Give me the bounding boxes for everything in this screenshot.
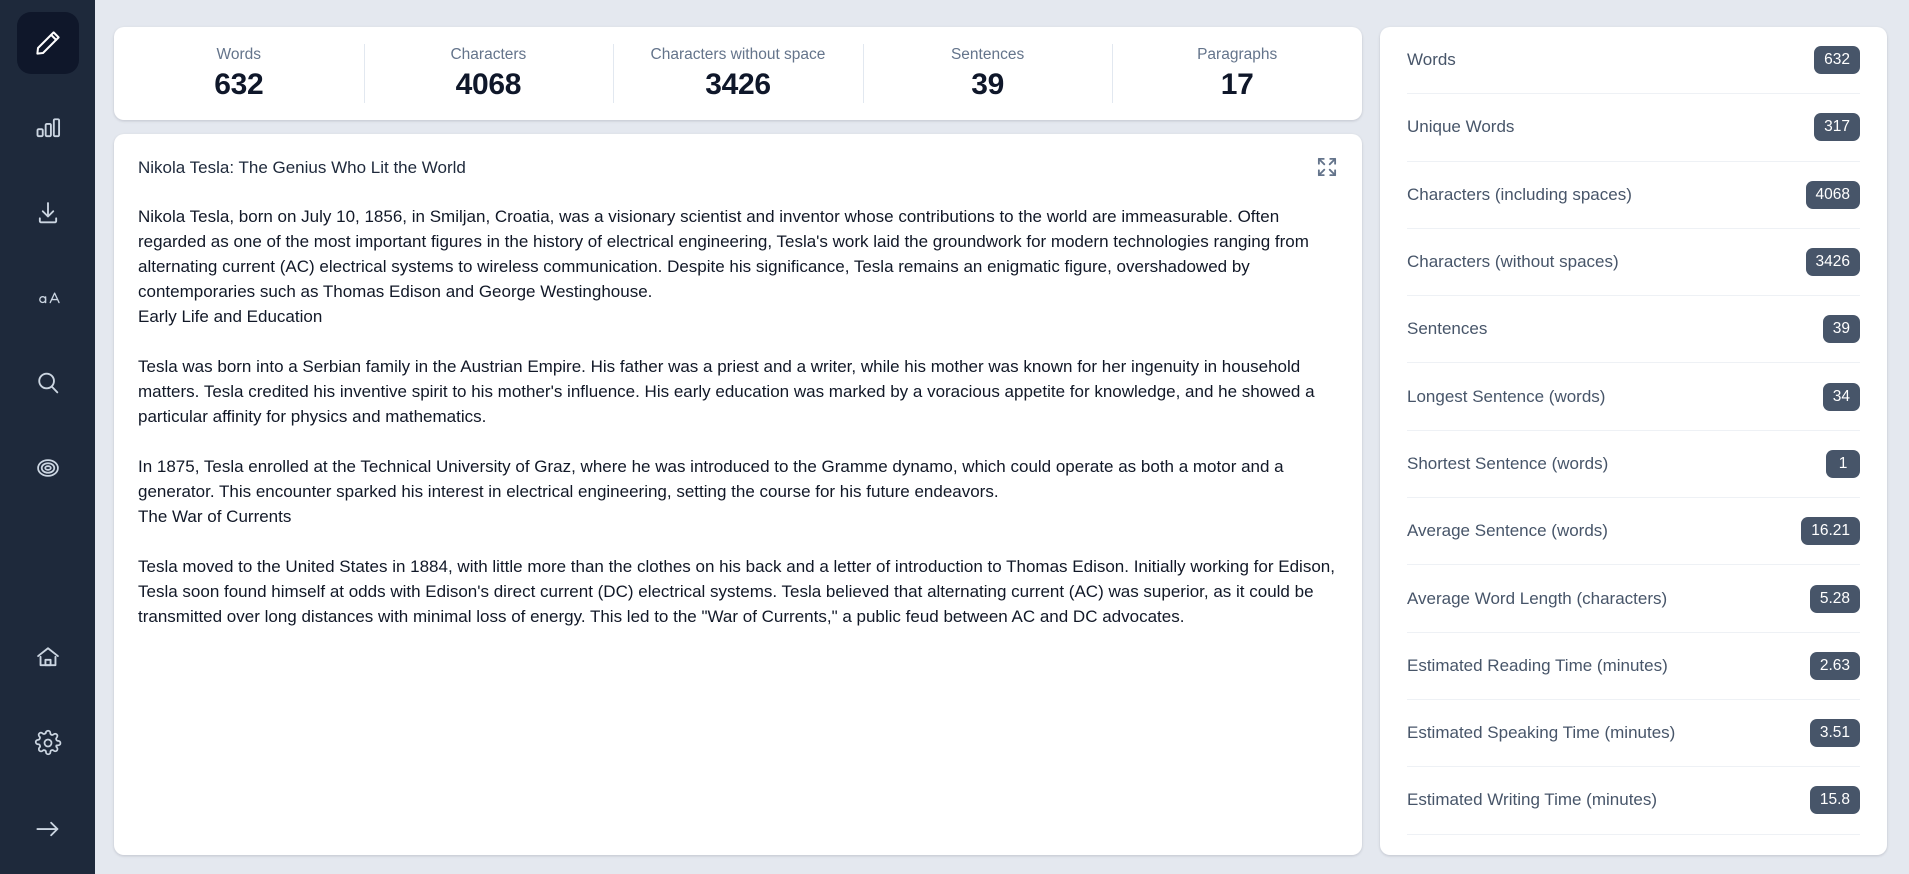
metric-value-badge: 3426 [1805, 248, 1860, 277]
metrics-panel: Words 632 Unique Words 317 Characters (i… [1380, 27, 1887, 855]
sidebar-item-download[interactable] [17, 182, 79, 244]
document-paragraph: Nikola Tesla, born on July 10, 1856, in … [138, 207, 1309, 326]
stat-cell-sentences: Sentences 39 [862, 27, 1113, 120]
metric-value-badge: 317 [1814, 113, 1860, 142]
stat-cell-paragraphs: Paragraphs 17 [1112, 27, 1362, 120]
stat-label: Characters [450, 45, 527, 63]
text-case-icon [33, 283, 63, 313]
document-paragraph: Tesla moved to the United States in 1884… [138, 557, 1340, 626]
sidebar-item-home[interactable] [17, 626, 79, 688]
sidebar-item-collapse[interactable] [17, 798, 79, 860]
metric-label: Longest Sentence (words) [1407, 386, 1606, 406]
summary-stats-card: Words 632 Characters 4068 Characters wit… [114, 27, 1362, 120]
stat-value: 39 [971, 67, 1004, 101]
metric-label: Characters (including spaces) [1407, 184, 1632, 204]
arrow-right-icon [33, 814, 63, 844]
sidebar-item-text-case[interactable] [17, 267, 79, 329]
metric-row-estimated-speaking-time: Estimated Speaking Time (minutes) 3.51 [1407, 700, 1860, 768]
bar-chart-icon [34, 114, 62, 142]
metric-label: Estimated Reading Time (minutes) [1407, 655, 1668, 675]
stat-value: 3426 [705, 67, 771, 101]
stat-label: Sentences [950, 45, 1025, 63]
metric-label: Estimated Writing Time (minutes) [1407, 790, 1658, 810]
document-paragraph: In 1875, Tesla enrolled at the Technical… [138, 457, 1284, 526]
left-sidebar [0, 0, 95, 874]
document-body[interactable]: Nikola Tesla, born on July 10, 1856, in … [138, 204, 1337, 629]
metric-label: Unique Words [1407, 117, 1515, 137]
metric-row-unique-words: Unique Words 317 [1407, 94, 1860, 162]
home-icon [34, 643, 62, 671]
metric-value-badge: 4068 [1805, 180, 1860, 209]
metric-row-characters-without-spaces: Characters (without spaces) 3426 [1407, 229, 1860, 297]
metric-row-shortest-sentence: Shortest Sentence (words) 1 [1407, 431, 1860, 499]
document-title: Nikola Tesla: The Genius Who Lit the Wor… [138, 158, 466, 177]
document-paragraph: Tesla was born into a Serbian family in … [138, 357, 1320, 426]
stat-value: 17 [1220, 67, 1254, 101]
metric-label: Estimated Speaking Time (minutes) [1407, 723, 1676, 743]
metric-value-badge: 5.28 [1809, 584, 1860, 613]
download-icon [34, 199, 62, 227]
sidebar-bottom-group [17, 626, 79, 874]
metric-row-longest-sentence: Longest Sentence (words) 34 [1407, 363, 1860, 431]
metric-value-badge: 34 [1822, 382, 1860, 411]
metric-label: Sentences [1407, 319, 1488, 339]
metric-value-badge: 39 [1822, 315, 1860, 344]
gear-icon [34, 729, 62, 757]
metric-row-characters-including-spaces: Characters (including spaces) 4068 [1407, 162, 1860, 229]
metric-row-estimated-reading-time: Estimated Reading Time (minutes) 2.63 [1407, 633, 1860, 700]
metric-value-badge: 2.63 [1809, 651, 1860, 680]
document-editor-card[interactable]: Nikola Tesla: The Genius Who Lit the Wor… [114, 134, 1362, 855]
sidebar-item-settings[interactable] [17, 712, 79, 774]
center-column: Words 632 Characters 4068 Characters wit… [114, 27, 1362, 874]
metric-value-badge: 632 [1814, 46, 1860, 75]
metric-value-badge: 3.51 [1809, 719, 1860, 748]
metric-row-average-sentence: Average Sentence (words) 16.21 [1407, 498, 1860, 566]
stat-cell-characters: Characters 4068 [363, 27, 614, 120]
target-icon [34, 454, 62, 482]
stat-value: 4068 [455, 67, 522, 101]
metric-label: Average Word Length (characters) [1407, 588, 1668, 608]
stat-cell-characters-without-space: Characters without space 3426 [613, 27, 863, 120]
stat-label: Paragraphs [1197, 45, 1278, 63]
stat-label: Words [216, 45, 262, 63]
metric-value-badge: 16.21 [1801, 517, 1860, 546]
metric-label: Shortest Sentence (words) [1407, 453, 1609, 473]
sidebar-item-editor[interactable] [16, 12, 79, 74]
stat-cell-words: Words 632 [114, 27, 364, 120]
expand-icon[interactable] [1314, 154, 1340, 180]
metric-label: Average Sentence (words) [1407, 521, 1608, 541]
metric-label: Characters (without spaces) [1407, 252, 1619, 272]
sidebar-item-search[interactable] [17, 352, 79, 414]
pencil-icon [33, 28, 63, 58]
sidebar-item-analytics[interactable] [17, 97, 79, 159]
metric-value-badge: 15.8 [1809, 786, 1860, 815]
metric-row-sentences: Sentences 39 [1407, 296, 1860, 364]
metric-row-words: Words 632 [1407, 27, 1860, 95]
metric-label: Words [1407, 50, 1456, 70]
metric-row-average-word-length: Average Word Length (characters) 5.28 [1407, 565, 1860, 633]
sidebar-item-target[interactable] [17, 437, 79, 499]
main-content: Words 632 Characters 4068 Characters wit… [95, 0, 1909, 874]
metric-row-estimated-writing-time: Estimated Writing Time (minutes) 15.8 [1407, 767, 1860, 835]
metric-value-badge: 1 [1826, 449, 1860, 478]
search-icon [34, 369, 62, 397]
stat-label: Characters without space [650, 45, 826, 63]
stat-value: 632 [214, 67, 264, 101]
